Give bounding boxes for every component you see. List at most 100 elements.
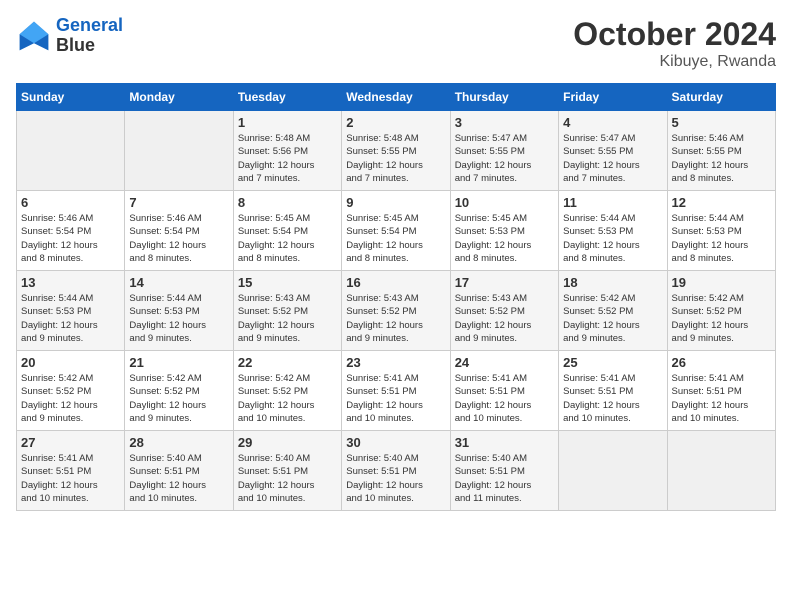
calendar-cell <box>17 111 125 191</box>
day-number: 8 <box>238 195 337 210</box>
logo-text: General Blue <box>56 16 123 56</box>
day-number: 12 <box>672 195 771 210</box>
day-info: Sunrise: 5:44 AM Sunset: 5:53 PM Dayligh… <box>129 292 228 345</box>
calendar-week-row: 13 Sunrise: 5:44 AM Sunset: 5:53 PM Dayli… <box>17 271 776 351</box>
day-info: Sunrise: 5:47 AM Sunset: 5:55 PM Dayligh… <box>563 132 662 185</box>
day-info: Sunrise: 5:41 AM Sunset: 5:51 PM Dayligh… <box>21 452 120 505</box>
day-info: Sunrise: 5:43 AM Sunset: 5:52 PM Dayligh… <box>238 292 337 345</box>
day-number: 17 <box>455 275 554 290</box>
day-number: 24 <box>455 355 554 370</box>
day-number: 28 <box>129 435 228 450</box>
calendar-cell: 2 Sunrise: 5:48 AM Sunset: 5:55 PM Daylig… <box>342 111 450 191</box>
location-subtitle: Kibuye, Rwanda <box>573 53 776 71</box>
day-number: 27 <box>21 435 120 450</box>
calendar-cell: 22Sunrise: 5:42 AM Sunset: 5:52 PM Dayli… <box>233 351 341 431</box>
calendar-day-header: Tuesday <box>233 84 341 111</box>
day-info: Sunrise: 5:40 AM Sunset: 5:51 PM Dayligh… <box>129 452 228 505</box>
page-header: General Blue October 2024 Kibuye, Rwanda <box>16 16 776 71</box>
day-number: 29 <box>238 435 337 450</box>
calendar-cell: 1 Sunrise: 5:48 AM Sunset: 5:56 PM Daylig… <box>233 111 341 191</box>
day-number: 3 <box>455 115 554 130</box>
calendar-cell: 11 Sunrise: 5:44 AM Sunset: 5:53 PM Dayli… <box>559 191 667 271</box>
calendar-day-header: Saturday <box>667 84 775 111</box>
calendar-cell: 25 Sunrise: 5:41 AM Sunset: 5:51 PM Dayli… <box>559 351 667 431</box>
calendar-week-row: 6 Sunrise: 5:46 AM Sunset: 5:54 PM Daylig… <box>17 191 776 271</box>
day-number: 9 <box>346 195 445 210</box>
calendar-day-header: Friday <box>559 84 667 111</box>
calendar-cell: 15 Sunrise: 5:43 AM Sunset: 5:52 PM Dayli… <box>233 271 341 351</box>
day-info: Sunrise: 5:41 AM Sunset: 5:51 PM Dayligh… <box>672 372 771 425</box>
title-block: October 2024 Kibuye, Rwanda <box>573 16 776 71</box>
calendar-day-header: Monday <box>125 84 233 111</box>
day-number: 13 <box>21 275 120 290</box>
calendar-cell: 27 Sunrise: 5:41 AM Sunset: 5:51 PM Dayli… <box>17 431 125 511</box>
calendar-cell: 8 Sunrise: 5:45 AM Sunset: 5:54 PM Daylig… <box>233 191 341 271</box>
day-info: Sunrise: 5:48 AM Sunset: 5:55 PM Dayligh… <box>346 132 445 185</box>
calendar-cell <box>125 111 233 191</box>
calendar-day-header: Thursday <box>450 84 558 111</box>
calendar-cell: 16Sunrise: 5:43 AM Sunset: 5:52 PM Dayli… <box>342 271 450 351</box>
day-info: Sunrise: 5:45 AM Sunset: 5:54 PM Dayligh… <box>238 212 337 265</box>
calendar-day-header: Wednesday <box>342 84 450 111</box>
day-number: 22 <box>238 355 337 370</box>
calendar-cell: 5 Sunrise: 5:46 AM Sunset: 5:55 PM Daylig… <box>667 111 775 191</box>
calendar-cell: 17 Sunrise: 5:43 AM Sunset: 5:52 PM Dayli… <box>450 271 558 351</box>
day-number: 30 <box>346 435 445 450</box>
day-info: Sunrise: 5:45 AM Sunset: 5:54 PM Dayligh… <box>346 212 445 265</box>
day-number: 11 <box>563 195 662 210</box>
logo-line2: Blue <box>56 36 123 56</box>
day-info: Sunrise: 5:47 AM Sunset: 5:55 PM Dayligh… <box>455 132 554 185</box>
day-info: Sunrise: 5:44 AM Sunset: 5:53 PM Dayligh… <box>563 212 662 265</box>
day-info: Sunrise: 5:45 AM Sunset: 5:53 PM Dayligh… <box>455 212 554 265</box>
day-number: 23 <box>346 355 445 370</box>
calendar-week-row: 1 Sunrise: 5:48 AM Sunset: 5:56 PM Daylig… <box>17 111 776 191</box>
day-number: 31 <box>455 435 554 450</box>
calendar-cell: 7Sunrise: 5:46 AM Sunset: 5:54 PM Daylig… <box>125 191 233 271</box>
day-info: Sunrise: 5:46 AM Sunset: 5:54 PM Dayligh… <box>129 212 228 265</box>
day-info: Sunrise: 5:42 AM Sunset: 5:52 PM Dayligh… <box>129 372 228 425</box>
day-info: Sunrise: 5:42 AM Sunset: 5:52 PM Dayligh… <box>672 292 771 345</box>
calendar-header-row: SundayMondayTuesdayWednesdayThursdayFrid… <box>17 84 776 111</box>
calendar-cell: 24 Sunrise: 5:41 AM Sunset: 5:51 PM Dayli… <box>450 351 558 431</box>
day-number: 18 <box>563 275 662 290</box>
calendar-day-header: Sunday <box>17 84 125 111</box>
calendar-cell: 28 Sunrise: 5:40 AM Sunset: 5:51 PM Dayli… <box>125 431 233 511</box>
day-number: 21 <box>129 355 228 370</box>
day-number: 6 <box>21 195 120 210</box>
day-info: Sunrise: 5:43 AM Sunset: 5:52 PM Dayligh… <box>455 292 554 345</box>
calendar-cell <box>559 431 667 511</box>
day-info: Sunrise: 5:40 AM Sunset: 5:51 PM Dayligh… <box>238 452 337 505</box>
day-number: 1 <box>238 115 337 130</box>
logo: General Blue <box>16 16 123 56</box>
calendar-cell: 9 Sunrise: 5:45 AM Sunset: 5:54 PM Daylig… <box>342 191 450 271</box>
calendar-cell: 26Sunrise: 5:41 AM Sunset: 5:51 PM Dayli… <box>667 351 775 431</box>
calendar-cell: 31 Sunrise: 5:40 AM Sunset: 5:51 PM Dayli… <box>450 431 558 511</box>
day-info: Sunrise: 5:41 AM Sunset: 5:51 PM Dayligh… <box>455 372 554 425</box>
day-number: 10 <box>455 195 554 210</box>
day-number: 25 <box>563 355 662 370</box>
calendar-cell: 30Sunrise: 5:40 AM Sunset: 5:51 PM Dayli… <box>342 431 450 511</box>
day-number: 4 <box>563 115 662 130</box>
day-number: 5 <box>672 115 771 130</box>
calendar-cell: 19Sunrise: 5:42 AM Sunset: 5:52 PM Dayli… <box>667 271 775 351</box>
day-info: Sunrise: 5:42 AM Sunset: 5:52 PM Dayligh… <box>21 372 120 425</box>
calendar-cell: 18 Sunrise: 5:42 AM Sunset: 5:52 PM Dayli… <box>559 271 667 351</box>
day-info: Sunrise: 5:44 AM Sunset: 5:53 PM Dayligh… <box>672 212 771 265</box>
calendar-cell: 4 Sunrise: 5:47 AM Sunset: 5:55 PM Daylig… <box>559 111 667 191</box>
calendar-cell: 3 Sunrise: 5:47 AM Sunset: 5:55 PM Daylig… <box>450 111 558 191</box>
calendar-cell: 13Sunrise: 5:44 AM Sunset: 5:53 PM Dayli… <box>17 271 125 351</box>
day-number: 2 <box>346 115 445 130</box>
day-number: 20 <box>21 355 120 370</box>
day-number: 16 <box>346 275 445 290</box>
day-info: Sunrise: 5:41 AM Sunset: 5:51 PM Dayligh… <box>563 372 662 425</box>
calendar-cell: 29 Sunrise: 5:40 AM Sunset: 5:51 PM Dayli… <box>233 431 341 511</box>
calendar-cell <box>667 431 775 511</box>
day-info: Sunrise: 5:48 AM Sunset: 5:56 PM Dayligh… <box>238 132 337 185</box>
day-number: 15 <box>238 275 337 290</box>
day-info: Sunrise: 5:46 AM Sunset: 5:55 PM Dayligh… <box>672 132 771 185</box>
calendar-cell: 14Sunrise: 5:44 AM Sunset: 5:53 PM Dayli… <box>125 271 233 351</box>
calendar-cell: 12 Sunrise: 5:44 AM Sunset: 5:53 PM Dayli… <box>667 191 775 271</box>
day-info: Sunrise: 5:40 AM Sunset: 5:51 PM Dayligh… <box>455 452 554 505</box>
day-info: Sunrise: 5:42 AM Sunset: 5:52 PM Dayligh… <box>563 292 662 345</box>
day-info: Sunrise: 5:41 AM Sunset: 5:51 PM Dayligh… <box>346 372 445 425</box>
